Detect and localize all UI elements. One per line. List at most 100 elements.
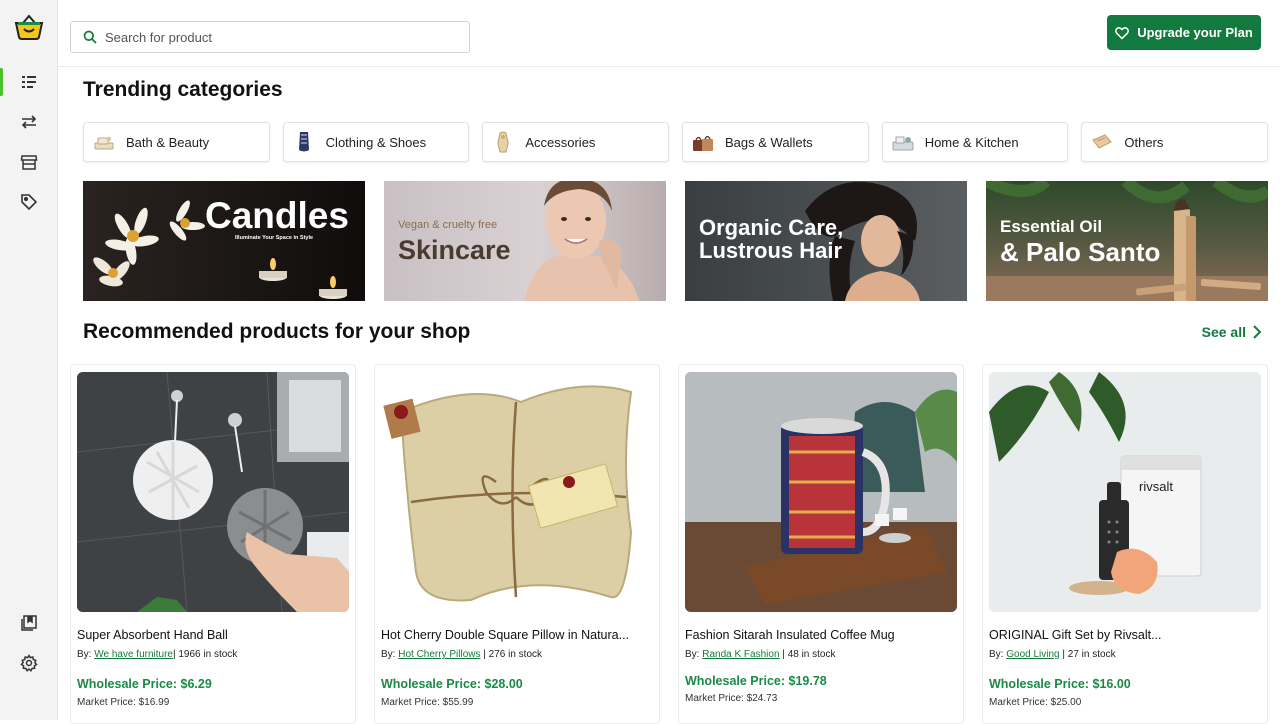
market-price: Market Price: $16.99 <box>77 697 170 708</box>
hand-ball-image <box>77 372 349 612</box>
coffee-mug-image <box>685 372 957 612</box>
category-list: Bath & Beauty Clothing & Shoes Accessori… <box>83 122 1269 162</box>
category-clothing-shoes[interactable]: Clothing & Shoes <box>282 122 470 162</box>
upgrade-plan-label: Upgrade your Plan <box>1137 25 1253 40</box>
product-card[interactable]: Hot Cherry Double Square Pillow in Natur… <box>374 364 660 724</box>
sidebar <box>0 0 58 720</box>
vendor-link[interactable]: We have furniture <box>94 649 173 660</box>
banner-oil-title: Essential Oil <box>1000 217 1103 236</box>
by-label: By: <box>685 649 700 660</box>
stock-count: 276 in stock <box>488 649 543 660</box>
product-name[interactable]: ORIGINAL Gift Set by Rivsalt... <box>989 628 1162 642</box>
stock-count: 27 in stock <box>1067 649 1116 660</box>
cherry-pillow-image <box>383 385 633 602</box>
clothing-shoes-thumbnail-icon <box>292 130 316 154</box>
see-all-link[interactable]: See all <box>1202 324 1262 340</box>
arrows-swap-icon <box>21 115 37 129</box>
wholesale-price: Wholesale Price: $16.00 <box>989 677 1131 691</box>
accessories-thumbnail-icon <box>491 130 515 154</box>
product-name[interactable]: Super Absorbent Hand Ball <box>77 628 228 642</box>
basket-logo-icon[interactable] <box>14 12 44 42</box>
category-label: Others <box>1124 134 1164 150</box>
by-label: By: <box>989 649 1004 660</box>
search-box[interactable] <box>70 21 470 53</box>
by-label: By: <box>77 649 92 660</box>
product-image[interactable]: rivsalt <box>989 372 1261 612</box>
product-grid: Super Absorbent Hand Ball By: We have fu… <box>70 364 1270 724</box>
banner-hair-subtitle: Lustrous Hair <box>699 238 843 263</box>
vendor-link[interactable]: Hot Cherry Pillows <box>398 649 480 660</box>
separator: | <box>1062 649 1065 660</box>
nav-transfers[interactable] <box>0 102 58 142</box>
nav-catalog[interactable] <box>0 603 58 643</box>
banner-candles-title: Candles <box>205 195 349 236</box>
product-meta: By: Randa K Fashion | 48 in stock <box>685 649 836 660</box>
storefront-icon <box>20 155 38 170</box>
chevron-right-icon <box>1253 325 1262 339</box>
separator: | <box>782 649 785 660</box>
recommended-title: Recommended products for your shop <box>83 320 471 343</box>
banner-hair[interactable]: Organic Care, Lustrous Hair <box>685 181 967 301</box>
product-image[interactable] <box>77 372 349 612</box>
category-label: Accessories <box>525 134 596 150</box>
category-bath-beauty[interactable]: Bath & Beauty <box>83 122 270 162</box>
others-thumbnail-icon <box>1090 130 1114 154</box>
category-bags-wallets[interactable]: Bags & Wallets <box>682 122 869 162</box>
banner-candles-subtitle: Illuminate Your Space in Style <box>235 235 314 241</box>
category-label: Bags & Wallets <box>725 134 813 150</box>
market-price: Market Price: $25.00 <box>989 697 1082 708</box>
product-name[interactable]: Fashion Sitarah Insulated Coffee Mug <box>685 628 895 642</box>
market-price: Market Price: $24.73 <box>685 693 778 704</box>
by-label: By: <box>381 649 396 660</box>
tag-icon <box>21 194 38 211</box>
product-card[interactable]: rivsalt ORIGINAL Gift Set by Rivsalt... … <box>982 364 1268 724</box>
banner-candles[interactable]: Candles Illuminate Your Space in Style <box>83 181 365 301</box>
home-kitchen-thumbnail-icon <box>891 130 915 154</box>
nav-tags[interactable] <box>0 182 58 222</box>
separator: | <box>483 649 486 660</box>
product-image[interactable] <box>685 372 957 612</box>
rivsalt-gift-set-image: rivsalt <box>989 372 1261 612</box>
category-label: Bath & Beauty <box>126 134 210 150</box>
banner-skincare-subtitle: Vegan & cruelty free <box>398 219 498 231</box>
bookmark-book-icon <box>21 615 37 631</box>
vendor-link[interactable]: Randa K Fashion <box>702 649 779 660</box>
top-bar: Upgrade your Plan <box>58 0 1280 67</box>
nav-settings[interactable] <box>0 643 58 683</box>
banner-skincare[interactable]: Vegan & cruelty free Skincare <box>384 181 666 301</box>
wholesale-price: Wholesale Price: $6.29 <box>77 677 212 691</box>
banner-oil-subtitle: & Palo Santo <box>1000 237 1161 267</box>
nav-store[interactable] <box>0 142 58 182</box>
list-icon <box>22 76 36 88</box>
category-others[interactable]: Others <box>1081 122 1269 162</box>
product-meta: By: We have furniture| 1966 in stock <box>77 649 237 660</box>
search-icon <box>83 30 97 44</box>
bags-wallets-thumbnail-icon <box>691 130 715 154</box>
see-all-label: See all <box>1201 324 1246 340</box>
category-accessories[interactable]: Accessories <box>482 122 670 162</box>
bath-beauty-thumbnail-icon <box>92 130 116 154</box>
banner-skincare-title: Skincare <box>398 235 511 265</box>
heart-icon <box>1115 26 1130 40</box>
category-label: Home & Kitchen <box>924 134 1019 150</box>
product-meta: By: Hot Cherry Pillows | 276 in stock <box>381 649 542 660</box>
wholesale-price: Wholesale Price: $19.78 <box>685 674 827 688</box>
stock-count: 1966 in stock <box>178 649 238 660</box>
separator: | <box>172 649 176 660</box>
upgrade-plan-button[interactable]: Upgrade your Plan <box>1107 15 1261 50</box>
promo-banners: Candles Illuminate Your Space in Style V… <box>83 181 1268 301</box>
product-name[interactable]: Hot Cherry Double Square Pillow in Natur… <box>381 628 629 642</box>
nav-dashboard[interactable] <box>0 62 58 102</box>
banner-essential-oil[interactable]: Essential Oil & Palo Santo <box>986 181 1268 301</box>
product-card[interactable]: Fashion Sitarah Insulated Coffee Mug By:… <box>678 364 964 724</box>
product-image[interactable] <box>381 372 653 612</box>
category-home-kitchen[interactable]: Home & Kitchen <box>881 122 1069 162</box>
category-label: Clothing & Shoes <box>325 134 427 150</box>
vendor-link[interactable]: Good Living <box>1006 649 1059 660</box>
product-card[interactable]: Super Absorbent Hand Ball By: We have fu… <box>70 364 356 724</box>
stock-count: 48 in stock <box>787 649 836 660</box>
rivsalt-product-text: rivsalt <box>1139 479 1173 494</box>
wholesale-price: Wholesale Price: $28.00 <box>381 677 523 691</box>
gear-icon <box>20 654 38 672</box>
search-input[interactable] <box>105 29 445 45</box>
